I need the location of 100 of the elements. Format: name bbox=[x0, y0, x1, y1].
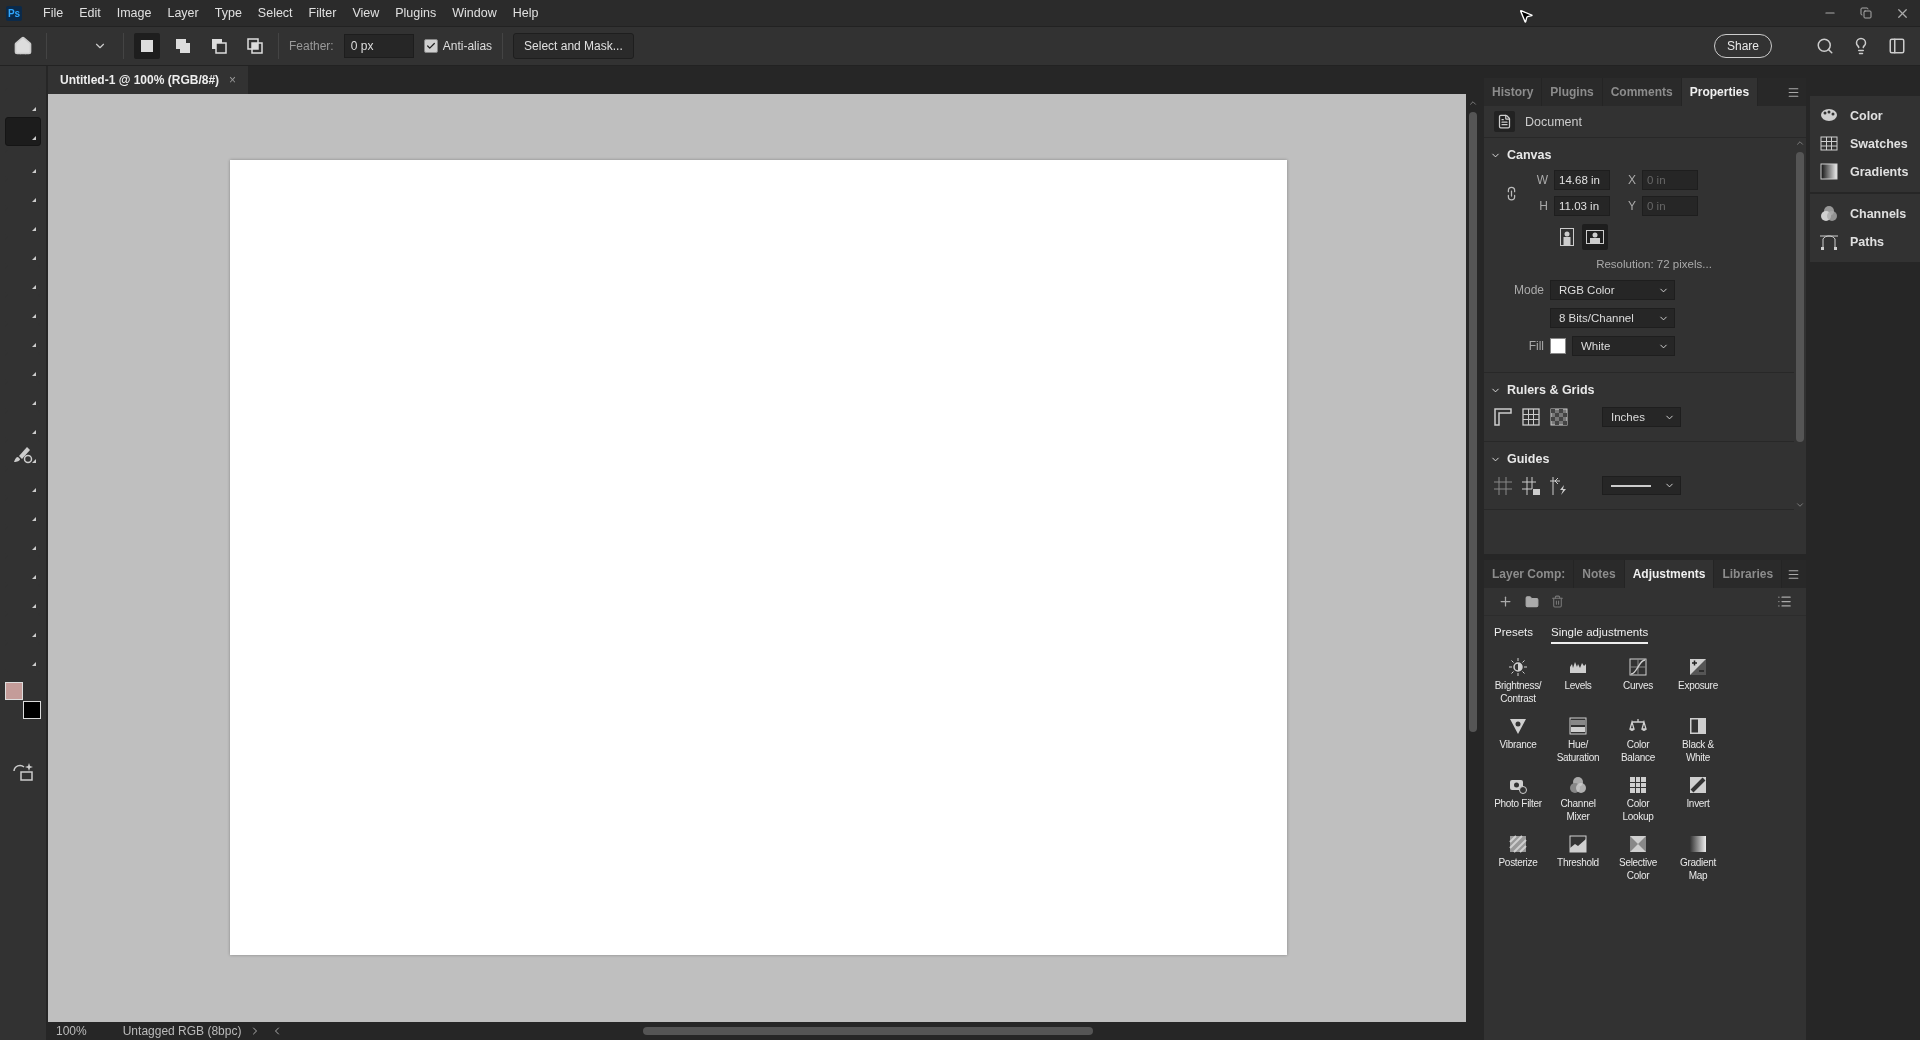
adjustment-button[interactable]: Brightness/ Contrast bbox=[1488, 656, 1548, 707]
adjustment-button[interactable]: Curves bbox=[1608, 656, 1668, 707]
panel-button[interactable]: Swatches bbox=[1810, 130, 1920, 158]
menu-item[interactable]: Window bbox=[445, 4, 504, 22]
smart-guides-icon[interactable] bbox=[1550, 476, 1568, 495]
adjustment-button[interactable]: Levels bbox=[1548, 656, 1608, 707]
height-field[interactable]: 11.03 in bbox=[1554, 196, 1610, 216]
restore-icon bbox=[1860, 7, 1872, 19]
bit-depth-dropdown[interactable]: 8 Bits/Channel bbox=[1550, 308, 1675, 328]
landscape-icon bbox=[1586, 230, 1604, 244]
curve-grid-icon bbox=[1629, 658, 1647, 676]
scrollbar-thumb[interactable] bbox=[1796, 152, 1804, 442]
corner-triangle-icon bbox=[32, 169, 36, 173]
scroll-up-icon[interactable] bbox=[1468, 98, 1478, 108]
rulers-section-header[interactable]: Rulers & Grids bbox=[1484, 373, 1601, 405]
corner-triangle-icon bbox=[32, 662, 36, 666]
menu-item[interactable]: View bbox=[345, 4, 387, 22]
list-view-icon[interactable] bbox=[1777, 594, 1792, 609]
adjustment-button[interactable]: Exposure bbox=[1668, 656, 1728, 707]
corner-triangle-icon bbox=[32, 107, 36, 111]
close-tab-icon[interactable]: × bbox=[229, 73, 237, 87]
app-logo: Ps bbox=[6, 5, 22, 21]
canvas-section-header[interactable]: Canvas bbox=[1484, 138, 1558, 170]
adjustment-button[interactable]: Color Balance bbox=[1608, 715, 1668, 766]
adjustment-button[interactable]: Selective Color bbox=[1608, 833, 1668, 884]
adjustment-button[interactable]: Posterize bbox=[1488, 833, 1548, 884]
mouse-cursor-icon bbox=[1518, 8, 1534, 24]
adjustment-button[interactable]: Photo Filter bbox=[1488, 774, 1548, 825]
document-tab[interactable]: Untitled-1 @ 100% (RGB/8#) × bbox=[48, 66, 249, 94]
feather-label: Feather: bbox=[289, 39, 334, 53]
adjustment-button[interactable]: Channel Mixer bbox=[1548, 774, 1608, 825]
adjustment-button[interactable]: Gradient Map bbox=[1668, 833, 1728, 884]
menu-item[interactable]: Filter bbox=[301, 4, 344, 22]
overlapping-circles-icon bbox=[1569, 776, 1587, 794]
grid-icon[interactable] bbox=[1522, 408, 1540, 426]
adjustment-button[interactable]: Hue/ Saturation bbox=[1548, 715, 1608, 766]
scrollbar-thumb[interactable] bbox=[643, 1027, 1094, 1035]
subtab[interactable]: Single adjustments bbox=[1551, 626, 1649, 644]
menu-icon[interactable] bbox=[1787, 85, 1800, 99]
add-icon[interactable] bbox=[1498, 594, 1513, 609]
corner-triangle-icon bbox=[32, 198, 36, 202]
panel-button[interactable]: Gradients bbox=[1810, 158, 1920, 186]
panel-tab[interactable]: Properties bbox=[1681, 78, 1759, 106]
intersect-squares-icon bbox=[247, 38, 263, 54]
mode-dropdown[interactable]: RGB Color bbox=[1550, 280, 1675, 300]
panel-tab[interactable]: Adjustments bbox=[1624, 560, 1715, 588]
subtab[interactable]: Presets bbox=[1494, 626, 1533, 644]
adjustment-button[interactable]: Invert bbox=[1668, 774, 1728, 825]
foreground-color-swatch[interactable] bbox=[5, 682, 23, 700]
select-and-mask-button[interactable]: Select and Mask... bbox=[513, 33, 634, 59]
corner-triangle-icon bbox=[32, 136, 36, 140]
menu-item[interactable]: Edit bbox=[72, 4, 108, 22]
guides-lock-icon[interactable] bbox=[1522, 476, 1540, 495]
scrollbar-thumb[interactable] bbox=[1469, 112, 1477, 732]
grid-icon bbox=[1820, 135, 1838, 153]
fill-dropdown[interactable]: White bbox=[1572, 336, 1675, 356]
guides-section-header[interactable]: Guides bbox=[1484, 442, 1556, 474]
folder-icon[interactable] bbox=[1525, 594, 1539, 609]
orientation-button[interactable] bbox=[1582, 224, 1608, 250]
panel-button[interactable]: Color bbox=[1810, 102, 1920, 130]
panel-button[interactable]: Paths bbox=[1810, 228, 1920, 256]
zoom-level[interactable]: 100% bbox=[48, 1024, 95, 1038]
feather-field[interactable]: 0 px bbox=[343, 34, 414, 58]
menu-item[interactable]: Plugins bbox=[388, 4, 444, 22]
adjustment-button[interactable]: Black & White bbox=[1668, 715, 1728, 766]
scroll-up-icon[interactable] bbox=[1795, 138, 1805, 148]
adjustment-button[interactable]: Color Lookup bbox=[1608, 774, 1668, 825]
panel-button[interactable]: Channels bbox=[1810, 200, 1920, 228]
background-color-swatch[interactable] bbox=[23, 701, 41, 719]
y-label: Y bbox=[1627, 199, 1636, 213]
checkerboard-icon[interactable] bbox=[1550, 408, 1568, 426]
scroll-down-icon[interactable] bbox=[1795, 500, 1805, 510]
trash-icon[interactable] bbox=[1551, 595, 1564, 608]
guide-style-dropdown[interactable] bbox=[1602, 476, 1681, 495]
mode-label: Mode bbox=[1512, 283, 1544, 297]
ruler-icon[interactable] bbox=[1494, 408, 1512, 426]
menu-item[interactable]: Layer bbox=[160, 4, 206, 22]
menu-item[interactable]: Help bbox=[505, 4, 546, 22]
menu-item[interactable]: Select bbox=[250, 4, 300, 22]
resolution-link[interactable]: Resolution: 72 pixels... bbox=[1484, 250, 1794, 276]
overlapping-squares-icon bbox=[175, 38, 191, 54]
units-dropdown[interactable]: Inches bbox=[1602, 407, 1681, 427]
adjustment-button[interactable]: Vibrance bbox=[1488, 715, 1548, 766]
anti-alias-checkbox[interactable] bbox=[423, 39, 438, 53]
adjustment-button[interactable]: Threshold bbox=[1548, 833, 1608, 884]
fill-color-swatch[interactable] bbox=[1550, 338, 1566, 354]
corner-triangle-icon bbox=[32, 546, 36, 550]
menu-item[interactable]: File bbox=[36, 4, 71, 22]
search-icon bbox=[1816, 37, 1834, 55]
menu-icon[interactable] bbox=[1787, 567, 1800, 581]
corner-triangle-icon bbox=[32, 285, 36, 289]
selection-mode-button[interactable] bbox=[134, 33, 160, 59]
x-label: X bbox=[1627, 173, 1636, 187]
menu-item[interactable]: Image bbox=[109, 4, 159, 22]
corner-triangle-icon bbox=[32, 488, 36, 492]
guides-icon[interactable] bbox=[1494, 476, 1512, 495]
color-profile-info[interactable]: Untagged RGB (8bpc) bbox=[114, 1024, 250, 1038]
menu-item[interactable]: Type bbox=[207, 4, 249, 22]
width-field[interactable]: 14.68 in bbox=[1554, 170, 1610, 190]
panel-layout-icon bbox=[1888, 37, 1906, 55]
